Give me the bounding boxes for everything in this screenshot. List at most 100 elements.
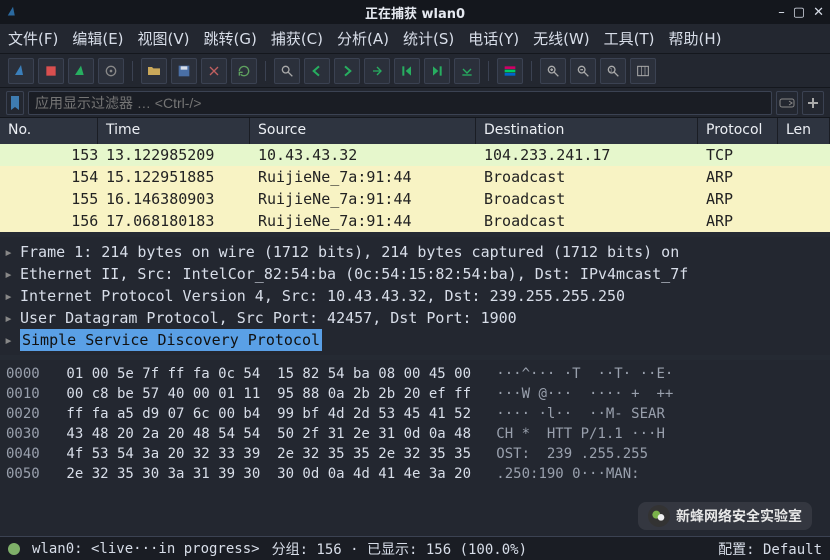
hex-bytes: 4f 53 54 3a 20 32 33 39 2e 32 35 35 2e 3…	[58, 444, 496, 464]
cell-time: 15.122951885	[98, 168, 250, 186]
packet-row[interactable]: 15415.122951885RuijieNe_7a:91:44Broadcas…	[0, 166, 830, 188]
hex-offset: 0050	[6, 464, 58, 484]
menu-capture[interactable]: 捕获(C)	[271, 28, 323, 49]
expand-icon[interactable]: ▸	[4, 285, 14, 307]
hex-row[interactable]: 0030 43 48 20 2a 20 48 54 54 50 2f 31 2e…	[6, 424, 824, 444]
plus-icon	[806, 96, 820, 110]
detail-row[interactable]: ▸ Internet Protocol Version 4, Src: 10.43…	[4, 285, 826, 307]
display-filter-input[interactable]	[28, 91, 772, 115]
cell-source: RuijieNe_7a:91:44	[250, 212, 476, 230]
titlebar-app-icon-box	[6, 0, 20, 24]
packet-row[interactable]: 15516.146380903RuijieNe_7a:91:44Broadcas…	[0, 188, 830, 210]
hex-row[interactable]: 0040 4f 53 54 3a 20 32 33 39 2e 32 35 35…	[6, 444, 824, 464]
resize-columns-button[interactable]	[630, 58, 656, 84]
close-file-button[interactable]	[201, 58, 227, 84]
menubar: 文件(F) 编辑(E) 视图(V) 跳转(G) 捕获(C) 分析(A) 统计(S…	[0, 24, 830, 54]
expand-icon[interactable]: ▸	[4, 263, 14, 285]
close-button[interactable]: ✕	[813, 5, 824, 20]
menu-file[interactable]: 文件(F)	[8, 28, 58, 49]
cell-dest: Broadcast	[476, 212, 698, 230]
maximize-button[interactable]: ▢	[793, 5, 805, 20]
save-button[interactable]	[171, 58, 197, 84]
cell-protocol: ARP	[698, 212, 778, 230]
packet-list-pane[interactable]: No. Time Source Destination Protocol Len…	[0, 118, 830, 237]
hex-ascii: ···· ·l·· ··M- SEAR	[496, 404, 665, 424]
menu-view[interactable]: 视图(V)	[138, 28, 190, 49]
go-to-packet-button[interactable]	[364, 58, 390, 84]
open-file-button[interactable]	[141, 58, 167, 84]
menu-help[interactable]: 帮助(H)	[669, 28, 722, 49]
col-header-no[interactable]: No.	[0, 118, 98, 144]
window-title: 正在捕获 wlan0	[365, 3, 465, 22]
window-titlebar: 正在捕获 wlan0 – ▢ ✕	[0, 0, 830, 24]
status-profile[interactable]: 配置: Default	[718, 539, 822, 559]
packet-row[interactable]: 15617.068180183RuijieNe_7a:91:44Broadcas…	[0, 210, 830, 232]
cell-protocol: TCP	[698, 146, 778, 164]
zoom-in-button[interactable]	[540, 58, 566, 84]
detail-row[interactable]: ▸Ethernet II, Src: IntelCor_82:54:ba (0c…	[4, 263, 826, 285]
cell-no: 153	[0, 146, 98, 164]
menu-stats[interactable]: 统计(S)	[403, 28, 454, 49]
filter-expression-button[interactable]	[776, 91, 798, 115]
filter-bookmark-button[interactable]	[6, 91, 24, 115]
expand-icon[interactable]: ▸	[4, 241, 14, 263]
menu-edit[interactable]: 编辑(E)	[72, 28, 123, 49]
hex-bytes: 2e 32 35 30 3a 31 39 30 30 0d 0a 4d 41 4…	[58, 464, 496, 484]
detail-row[interactable]: ▸User Datagram Protocol, Src Port: 42457…	[4, 307, 826, 329]
hex-row[interactable]: 0050 2e 32 35 30 3a 31 39 30 30 0d 0a 4d…	[6, 464, 824, 484]
display-filter-bar	[0, 88, 830, 118]
wechat-icon	[648, 505, 670, 527]
stop-capture-button[interactable]	[38, 58, 64, 84]
menu-tools[interactable]: 工具(T)	[604, 28, 655, 49]
menu-telephony[interactable]: 电话(Y)	[468, 28, 519, 49]
packet-row[interactable]: 15313.12298520910.43.43.32104.233.241.17…	[0, 144, 830, 166]
colorize-button[interactable]	[497, 58, 523, 84]
cell-no: 154	[0, 168, 98, 186]
hex-row[interactable]: 0000 01 00 5e 7f ff fa 0c 54 15 82 54 ba…	[6, 364, 824, 384]
packet-bytes-pane[interactable]: 0000 01 00 5e 7f ff fa 0c 54 15 82 54 ba…	[0, 360, 830, 488]
detail-row[interactable]: ▸Frame 1: 214 bytes on wire (1712 bits),…	[4, 241, 826, 263]
hex-ascii: ···W @··· ···· + ++	[496, 384, 673, 404]
detail-text: Internet Protocol Version 4, Src: 10.43.…	[20, 285, 625, 307]
minimize-button[interactable]: –	[778, 5, 785, 20]
capture-options-button[interactable]	[98, 58, 124, 84]
col-header-length[interactable]: Len	[778, 118, 830, 144]
hex-bytes: 01 00 5e 7f ff fa 0c 54 15 82 54 ba 08 0…	[58, 364, 496, 384]
auto-scroll-button[interactable]	[454, 58, 480, 84]
cell-no: 156	[0, 212, 98, 230]
hex-row[interactable]: 0010 00 c8 be 57 40 00 01 11 95 88 0a 2b…	[6, 384, 824, 404]
filter-add-button[interactable]	[802, 91, 824, 115]
col-header-protocol[interactable]: Protocol	[698, 118, 778, 144]
expand-icon[interactable]: ▸	[4, 307, 14, 329]
start-capture-button[interactable]	[8, 58, 34, 84]
packet-details-pane[interactable]: ▸Frame 1: 214 bytes on wire (1712 bits),…	[0, 237, 830, 360]
cell-source: RuijieNe_7a:91:44	[250, 190, 476, 208]
detail-row[interactable]: ▸Simple Service Discovery Protocol	[4, 329, 826, 351]
col-header-time[interactable]: Time	[98, 118, 250, 144]
capture-running-icon	[8, 543, 20, 555]
cell-dest: Broadcast	[476, 168, 698, 186]
toolbar-separator	[265, 61, 266, 81]
col-header-source[interactable]: Source	[250, 118, 476, 144]
toolbar-separator	[488, 61, 489, 81]
go-back-button[interactable]	[304, 58, 330, 84]
menu-analyze[interactable]: 分析(A)	[337, 28, 389, 49]
hex-bytes: 43 48 20 2a 20 48 54 54 50 2f 31 2e 31 0…	[58, 424, 496, 444]
hex-ascii: OST: 239 .255.255	[496, 444, 648, 464]
expand-icon[interactable]: ▸	[4, 329, 14, 351]
restart-capture-button[interactable]	[68, 58, 94, 84]
reload-button[interactable]	[231, 58, 257, 84]
hex-row[interactable]: 0020 ff fa a5 d9 07 6c 00 b4 99 bf 4d 2d…	[6, 404, 824, 424]
col-header-dest[interactable]: Destination	[476, 118, 698, 144]
menu-wireless[interactable]: 无线(W)	[533, 28, 590, 49]
hex-offset: 0040	[6, 444, 58, 464]
packet-list-header[interactable]: No. Time Source Destination Protocol Len	[0, 118, 830, 144]
menu-go[interactable]: 跳转(G)	[204, 28, 257, 49]
go-last-button[interactable]	[424, 58, 450, 84]
zoom-out-button[interactable]	[570, 58, 596, 84]
find-button[interactable]	[274, 58, 300, 84]
hex-offset: 0000	[6, 364, 58, 384]
go-first-button[interactable]	[394, 58, 420, 84]
zoom-reset-button[interactable]: 1	[600, 58, 626, 84]
go-forward-button[interactable]	[334, 58, 360, 84]
